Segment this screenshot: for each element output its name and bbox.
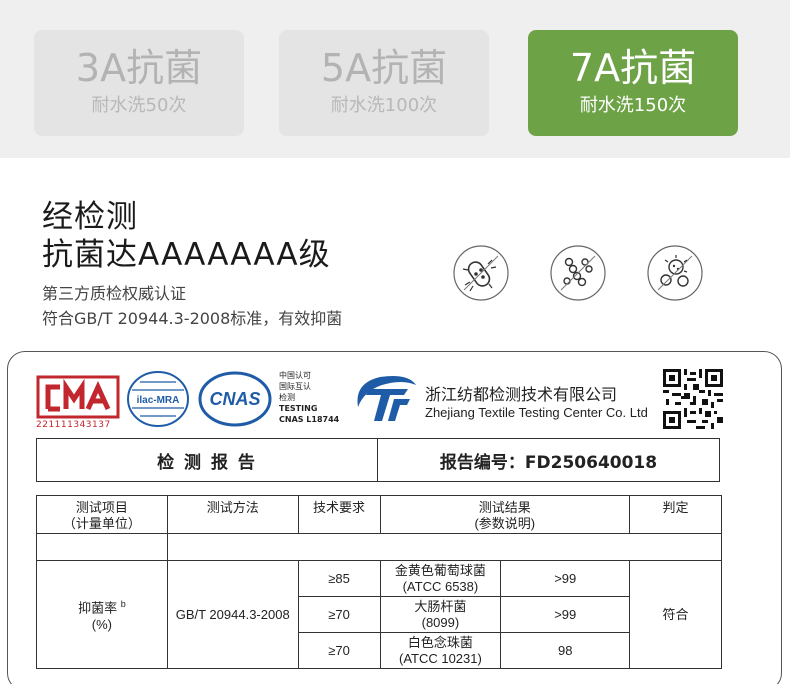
subline-2: 符合GB/T 20944.3-2008标准，有效抑菌 xyxy=(42,309,343,328)
strain-cell: 金黄色葡萄球菌 (ATCC 6538) xyxy=(379,560,502,597)
report-header: 检 测 报 告 报告编号：FD250640018 xyxy=(36,438,720,482)
strain-code: (ATCC 6538) xyxy=(402,578,479,594)
method-cell: GB/T 20944.3-2008 xyxy=(166,560,299,669)
cnas-logo-icon: CNAS xyxy=(198,371,272,427)
value-cell: 98 xyxy=(500,632,631,669)
header-method: 测试方法 xyxy=(166,495,299,534)
subline-1: 第三方质检权威认证 xyxy=(42,284,187,303)
header-item: 测试项目 （计量单位） xyxy=(36,495,168,534)
headline-line2: 抗菌达AAAAAAA级 xyxy=(42,237,331,273)
header-result-label: 测试结果 xyxy=(478,500,531,515)
bacteria-cluster-icon xyxy=(647,245,703,301)
requirement-cell: ≥85 xyxy=(297,560,381,597)
table-header-row: 测试项目 （计量单位） 测试方法 技术要求 测试结果 (参数说明) 判定 xyxy=(36,495,722,534)
cnas-small-5: CNAS L18744 xyxy=(279,415,340,424)
header-result-note: (参数说明) xyxy=(474,516,536,531)
report-number: 报告编号：FD250640018 xyxy=(439,452,658,473)
ilac-mra-logo-icon: ilac-MRA xyxy=(127,371,189,427)
cma-number: 221111343137 xyxy=(36,420,111,430)
cma-logo-icon xyxy=(36,375,120,419)
header-item-unit: （计量单位） xyxy=(62,516,141,531)
grade-title: 7A抗菌 xyxy=(569,46,697,90)
item-sup: b xyxy=(120,599,126,610)
header-verdict: 判定 xyxy=(629,495,722,534)
requirement-cell: ≥70 xyxy=(297,632,381,669)
report-title: 检 测 报 告 xyxy=(37,439,378,481)
testing-center-logo-icon xyxy=(357,376,416,421)
bacteria-chain-icon xyxy=(550,245,606,301)
spacer-cell xyxy=(36,533,168,561)
cnas-small-2: 国际互认 xyxy=(279,382,311,391)
headline-line1: 经检测 xyxy=(42,199,138,235)
header-item-label: 测试项目 xyxy=(75,500,128,515)
value-cell: >99 xyxy=(500,596,631,633)
grade-title: 5A抗菌 xyxy=(320,46,448,90)
grade-band: 3A抗菌 耐水洗50次 5A抗菌 耐水洗100次 7A抗菌 耐水洗150次 xyxy=(0,0,790,158)
cnas-text: CNAS xyxy=(209,389,260,409)
verdict-cell: 符合 xyxy=(629,560,722,669)
spacer-cell-wide xyxy=(166,533,723,561)
grade-card-7a[interactable]: 7A抗菌 耐水洗150次 xyxy=(528,30,738,136)
grade-subtitle: 耐水洗100次 xyxy=(330,95,438,116)
cnas-small-3: 检测 xyxy=(279,393,295,402)
cnas-small-4: TESTING xyxy=(279,404,318,413)
strain-code: (8099) xyxy=(421,614,460,630)
qr-code-icon[interactable] xyxy=(663,369,723,429)
header-requirement: 技术要求 xyxy=(297,495,381,534)
item-cell: 抑菌率 b (%) xyxy=(36,560,168,669)
strain-name: 白色念珠菌 xyxy=(407,634,473,650)
strain-code: (ATCC 10231) xyxy=(398,650,482,666)
ilac-text: ilac-MRA xyxy=(137,395,180,406)
center-name-en: Zhejiang Textile Testing Center Co. Ltd xyxy=(425,405,648,420)
grade-subtitle: 耐水洗50次 xyxy=(91,95,187,116)
strain-cell: 大肠杆菌 (8099) xyxy=(379,596,502,633)
requirement-cell: ≥70 xyxy=(297,596,381,633)
item-name: 抑菌率 xyxy=(78,600,118,616)
item-unit: (%) xyxy=(91,616,112,632)
grade-title: 3A抗菌 xyxy=(75,46,203,90)
table-row: 抑菌率 b (%) GB/T 20944.3-2008 ≥85 金黄色葡萄球菌 … xyxy=(36,560,722,669)
center-name-cn: 浙江纺都检测技术有限公司 xyxy=(425,385,618,404)
grade-card-3a[interactable]: 3A抗菌 耐水洗50次 xyxy=(34,30,244,136)
grade-subtitle: 耐水洗150次 xyxy=(579,95,687,116)
bacteria-rod-icon xyxy=(453,245,509,301)
strain-name: 大肠杆菌 xyxy=(414,598,467,614)
header-result: 测试结果 (参数说明) xyxy=(379,495,631,534)
strain-name: 金黄色葡萄球菌 xyxy=(394,562,486,578)
strain-cell: 白色念珠菌 (ATCC 10231) xyxy=(379,632,502,669)
grade-card-5a[interactable]: 5A抗菌 耐水洗100次 xyxy=(279,30,489,136)
value-cell: >99 xyxy=(500,560,631,597)
headline: 经检测 抗菌达AAAAAAA级 xyxy=(42,198,331,274)
table-spacer-row xyxy=(36,533,723,561)
results-table: 测试项目 （计量单位） 测试方法 技术要求 测试结果 (参数说明) 判定 抑菌率… xyxy=(36,495,723,669)
cnas-small-1: 中国认可 xyxy=(279,371,311,380)
